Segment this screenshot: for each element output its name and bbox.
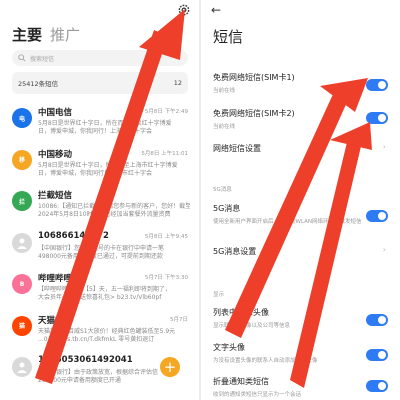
setting-subtitle: 当前在线	[213, 88, 236, 94]
setting-text-avatar: 文字头像 为没有设置头像的联系人自动添加文字头像	[213, 342, 389, 364]
chevron-right-icon: ›	[382, 142, 386, 151]
toggle-free-sms-sim2[interactable]	[366, 112, 388, 124]
setting-subtitle: 为没有设置头像的联系人自动添加文字头像	[213, 358, 318, 364]
avatar	[12, 357, 32, 377]
person-icon	[17, 362, 27, 373]
setting-subtitle: 当前在线	[213, 124, 236, 130]
sender-name: 1065053061492041	[38, 355, 133, 365]
avatar: 电	[12, 108, 32, 128]
tab-promo[interactable]: 推广	[50, 24, 80, 45]
setting-subtitle: 显示联系人头像以及公司等信息	[213, 323, 291, 329]
toggle-free-sms-sim1[interactable]	[366, 79, 388, 91]
message-snippet-2: 大会员年卡，再送惊喜礼包> b23.tv/Vlb60pf	[38, 294, 162, 301]
toggle-show-avatar[interactable]	[366, 314, 388, 326]
avatar: B	[12, 274, 32, 294]
conversation-item[interactable]: 106866146772 5月8日 上午9:45 【中国银行】您名下尾号的卡在银…	[0, 229, 200, 271]
search-bar[interactable]: 搜索短信	[12, 50, 188, 66]
search-placeholder: 搜索短信	[30, 55, 55, 63]
person-icon	[17, 238, 27, 249]
message-count: 25412条短信	[18, 80, 59, 88]
setting-fold-notifications: 折叠通知类短信 收到的通知类短信只显示为一个会话	[213, 376, 389, 398]
conversation-item[interactable]: 拦 拦截短信 › 10086:【通知已拦截】邀请您参与新的客户，您好！截至 20…	[0, 187, 200, 229]
sender-name: 106866146772	[38, 230, 109, 241]
conversation-item[interactable]: 移 中国移动 5月8日 上午11:01 5月8日是世界红十字日，所在而至上海市红…	[0, 146, 200, 188]
toggle-fold-notifications[interactable]	[366, 380, 388, 392]
toggle-text-avatar[interactable]	[366, 349, 388, 361]
new-message-button[interactable]: +	[160, 357, 180, 377]
setting-title: 免费网络短信(SIM卡2)	[213, 109, 295, 118]
setting-show-avatar: 列表中显示头像 显示联系人头像以及公司等信息	[213, 307, 389, 329]
section-header-5g: 5G消息	[213, 187, 232, 193]
setting-network-sms[interactable]: 网络短信设置	[213, 143, 389, 154]
setting-title: 折叠通知类短信	[213, 377, 269, 386]
message-snippet-2: 日，博爱申城，你我同行！上海市红十字会	[38, 169, 153, 177]
message-time: 5月7日 下午3:30	[144, 275, 188, 281]
avatar: 移	[12, 149, 32, 170]
message-time: 5月7日	[170, 316, 188, 323]
tab-bar: 主要 推广	[12, 24, 80, 44]
setting-5g-message-settings[interactable]: 5G消息设置	[213, 246, 389, 257]
sender-name: 哔哩哔哩	[38, 274, 73, 284]
setting-subtitle: 使用全新用户界面开启后，在移动WLAN网络环境下收发短信	[213, 219, 362, 225]
toggle-5g-message[interactable]	[366, 210, 388, 222]
setting-title: 免费网络短信(SIM卡1)	[213, 73, 295, 82]
avatar	[12, 232, 32, 253]
setting-subtitle: 收到的通知类短信只显示为一个会话	[213, 392, 302, 398]
message-count-right: 12	[173, 79, 182, 87]
sender-name: 天猫超市	[38, 315, 73, 326]
tab-main[interactable]: 主要	[12, 24, 42, 45]
avatar: 拦	[12, 191, 32, 211]
conversation-item[interactable]: 猫 天猫超市 5月7日 天猫超市】百威S1大放价！经典红色罐装低至5.9元 ..…	[0, 312, 200, 354]
sender-name: 中国电信	[38, 108, 73, 118]
sender-name: 中国移动	[38, 149, 73, 160]
sms-settings-panel: ← 短信 免费网络短信(SIM卡1) 当前在线 免费网络短信(SIM卡2) 当前…	[201, 0, 400, 400]
avatar: 猫	[12, 315, 32, 336]
setting-5g-message: 5G消息 使用全新用户界面开启后，在移动WLAN网络环境下收发短信	[213, 203, 389, 225]
conversation-item[interactable]: B 哔哩哔哩 5月7日 下午3:30 【哔哩哔哩哔哩】【5】天，五一福利即将到期…	[0, 270, 200, 312]
message-list-panel: 主要 推广 搜索短信 25412条短信 12 电 中国电信 5月8日 下午2:4…	[0, 0, 200, 400]
search-icon	[18, 54, 26, 62]
message-time: 5月8日 下午2:49	[144, 109, 188, 115]
message-snippet-2: 498000元备用金额度已通过，可提前到期还款	[38, 252, 163, 260]
message-count-bar: 25412条短信 12	[12, 72, 188, 94]
message-snippet-2: 日，博爱申城，你我同行！上海市红十字会	[38, 128, 153, 135]
conversation-item[interactable]: 电 中国电信 5月8日 下午2:49 5月8日是世界红十字日，所在而至用以红十字…	[0, 104, 200, 146]
message-time: 5月8日 上午11:01	[141, 150, 188, 157]
message-snippet-2: ...0.8元！ s.tb.cn/T.dkfmkL 零号黄扣退订	[38, 335, 155, 343]
setting-title: 文字头像	[213, 343, 245, 352]
message-snippet-2: 2024年5月8日10时，您已经加当套餐外流量资费	[38, 211, 171, 218]
conversation-list: 电 中国电信 5月8日 下午2:49 5月8日是世界红十字日，所在而至用以红十字…	[0, 104, 200, 395]
setting-title: 5G消息设置	[213, 247, 257, 256]
page-title: 短信	[213, 28, 244, 46]
sender-name: 拦截短信	[38, 191, 73, 201]
setting-free-sms-sim1: 免费网络短信(SIM卡1) 当前在线	[213, 72, 389, 94]
setting-title: 5G消息	[213, 204, 241, 213]
setting-title: 网络短信设置	[213, 144, 261, 153]
chevron-right-icon: ›	[382, 245, 386, 254]
setting-free-sms-sim2: 免费网络短信(SIM卡2) 当前在线	[213, 108, 389, 130]
setting-title: 列表中显示头像	[213, 308, 269, 317]
section-header-display: 显示	[213, 292, 225, 298]
message-time: 5月8日 上午9:45	[144, 233, 188, 240]
back-arrow-icon[interactable]: ←	[211, 3, 221, 17]
gear-icon[interactable]	[177, 3, 191, 17]
